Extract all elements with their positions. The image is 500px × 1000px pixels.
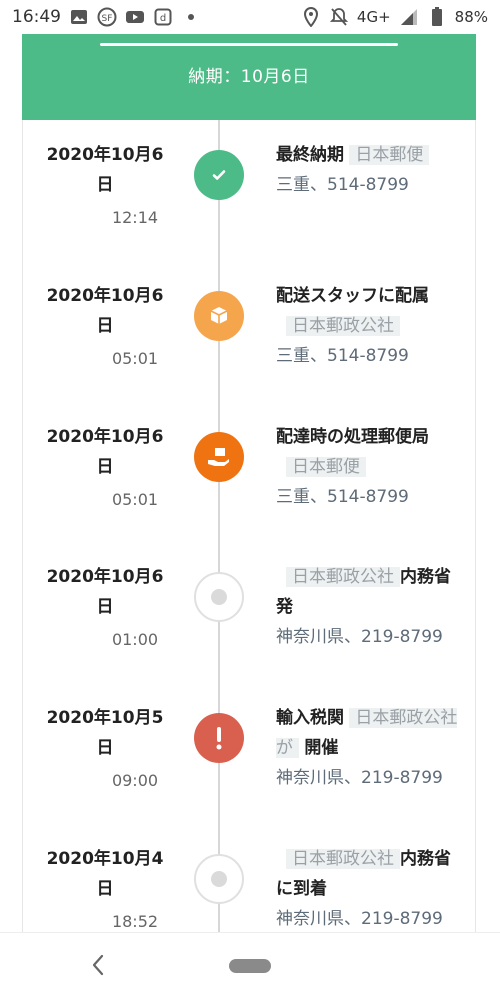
- event-date: 2020年10月6日: [46, 427, 164, 477]
- event-title: 配達時の処理郵便局: [276, 427, 429, 447]
- event-description: 最終納期 日本郵便 三重、514-8799: [276, 140, 466, 200]
- package-icon: [194, 291, 244, 341]
- svg-text:SF: SF: [102, 14, 113, 24]
- dot-icon: [181, 7, 201, 27]
- event-time: 12:14: [111, 208, 159, 227]
- exclamation-icon: [194, 713, 244, 763]
- status-bar: 16:49 SF d 4G+ 88%: [0, 0, 500, 34]
- app-icon-d: d: [153, 7, 173, 27]
- status-time: 16:49: [12, 7, 61, 27]
- navigation-bar: [0, 932, 500, 1000]
- event-time: 05:01: [111, 349, 159, 368]
- event-location: 三重、514-8799: [276, 175, 409, 195]
- carrier-tag: 日本郵政公社: [286, 849, 400, 869]
- event-time: 18:52: [111, 912, 159, 931]
- tracking-page: 納期：10月6日 2020年10月6日 12:14 最終納期 日本郵便 三重、5…: [0, 34, 500, 932]
- dot-icon: [194, 572, 244, 622]
- event-date: 2020年10月5日: [46, 708, 164, 758]
- timeline-event: 2020年10月6日 05:01 配送スタッフに配属 日本郵政公社 三重、514…: [0, 281, 500, 421]
- svg-text:d: d: [160, 13, 166, 24]
- timeline-event: 2020年10月6日 05:01 配達時の処理郵便局 日本郵便 三重、514-8…: [0, 422, 500, 562]
- event-time: 05:01: [111, 490, 159, 509]
- hand-package-icon: [194, 432, 244, 482]
- carrier-tag: 日本郵政公社: [286, 567, 400, 587]
- timeline-event: 2020年10月6日 01:00 日本郵政公社 内務省発 神奈川県、219-879…: [0, 562, 500, 702]
- event-description: 輸入税関 日本郵政公社が 開催 神奈川県、219-8799: [276, 703, 466, 793]
- mute-icon: [329, 7, 349, 27]
- carrier-tag: 日本郵便: [286, 457, 366, 477]
- delivery-header: 納期：10月6日: [22, 34, 476, 120]
- event-description: 配達時の処理郵便局 日本郵便 三重、514-8799: [276, 422, 466, 512]
- header-divider: [100, 43, 398, 46]
- event-location: 三重、514-8799: [276, 346, 409, 366]
- check-icon: [194, 150, 244, 200]
- event-location: 神奈川県、219-8799: [276, 768, 443, 788]
- back-icon[interactable]: [84, 951, 112, 979]
- carrier-tag: 日本郵便: [349, 145, 430, 165]
- network-label: 4G+: [356, 8, 391, 26]
- event-title-before: 輸入税関: [276, 708, 344, 728]
- image-icon: [69, 7, 89, 27]
- app-icon-sf: SF: [97, 7, 117, 27]
- signal-icon: [399, 7, 419, 27]
- dot-icon: [194, 854, 244, 904]
- event-date: 2020年10月6日: [46, 567, 164, 617]
- event-description: 配送スタッフに配属 日本郵政公社 三重、514-8799: [276, 281, 466, 371]
- event-date: 2020年10月4日: [46, 849, 164, 899]
- battery-icon: [427, 7, 447, 27]
- delivery-date-title: 納期：10月6日: [188, 67, 310, 87]
- carrier-tag: 日本郵政公社: [286, 316, 400, 336]
- status-right: 4G+ 88%: [301, 7, 488, 27]
- event-description: 日本郵政公社 内務省発 神奈川県、219-8799: [276, 562, 466, 652]
- home-pill-button[interactable]: [229, 959, 271, 973]
- battery-level: 88%: [454, 8, 488, 26]
- timeline-event: 2020年10月4日 18:52 日本郵政公社 内務省に到着 神奈川県、219-8…: [0, 844, 500, 932]
- event-title: 最終納期: [276, 145, 344, 165]
- status-left: 16:49 SF d: [12, 7, 201, 27]
- event-title-after: 開催: [304, 738, 339, 758]
- event-title: 配送スタッフに配属: [276, 286, 429, 306]
- event-time: 09:00: [111, 771, 159, 790]
- event-location: 三重、514-8799: [276, 487, 409, 507]
- event-location: 神奈川県、219-8799: [276, 627, 443, 647]
- event-date: 2020年10月6日: [46, 145, 164, 195]
- event-location: 神奈川県、219-8799: [276, 909, 443, 929]
- event-time: 01:00: [111, 630, 159, 649]
- timeline-event: 2020年10月6日 12:14 最終納期 日本郵便 三重、514-8799: [0, 140, 500, 280]
- timeline-event: 2020年10月5日 09:00 輸入税関 日本郵政公社が 開催 神奈川県、21…: [0, 703, 500, 843]
- youtube-icon: [125, 7, 145, 27]
- event-date: 2020年10月6日: [46, 286, 164, 336]
- event-description: 日本郵政公社 内務省に到着 神奈川県、219-8799: [276, 844, 466, 932]
- location-icon: [301, 7, 321, 27]
